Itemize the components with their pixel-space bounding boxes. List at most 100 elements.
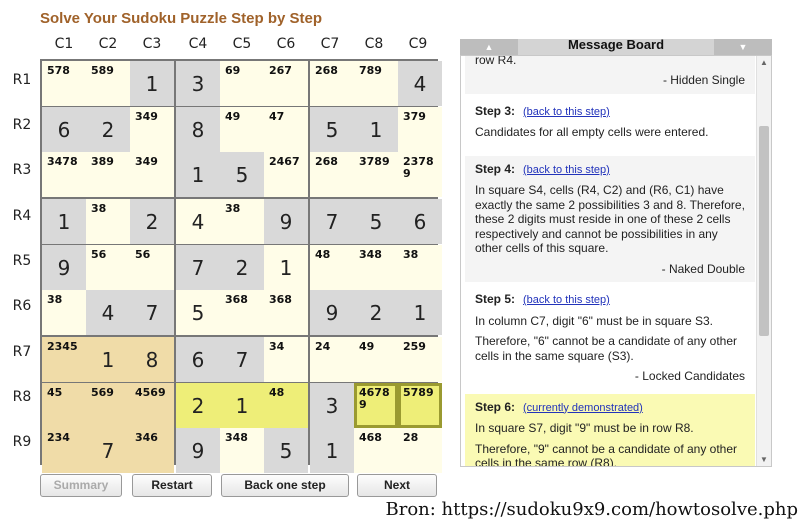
step-link[interactable]: (back to this step) <box>523 164 610 176</box>
sudoku-cell[interactable]: 1 <box>130 61 174 106</box>
message-board-scrollbar[interactable]: ▲ ▼ <box>756 56 771 466</box>
sudoku-cell[interactable]: 5 <box>176 290 220 335</box>
sudoku-cell[interactable]: 5 <box>264 428 308 473</box>
sudoku-cell[interactable]: 1 <box>354 107 398 152</box>
sudoku-cell[interactable]: 34 <box>264 337 308 382</box>
sudoku-cell[interactable]: 2345 <box>42 337 86 382</box>
sudoku-cell[interactable]: 3 <box>176 61 220 106</box>
scrollbar-thumb[interactable] <box>759 126 769 336</box>
sudoku-cell[interactable]: 1 <box>176 152 220 197</box>
sudoku-cell[interactable]: 38 <box>220 199 264 244</box>
sudoku-cell[interactable]: 47 <box>264 107 308 152</box>
sudoku-cell[interactable]: 234 <box>42 428 86 473</box>
cell-value: 3 <box>191 71 205 96</box>
step-link[interactable]: (back to this step) <box>523 294 610 306</box>
scrollbar-down-icon[interactable]: ▼ <box>757 455 771 464</box>
sudoku-cell[interactable]: 6 <box>176 337 220 382</box>
sudoku-cell[interactable]: 1 <box>264 245 308 290</box>
sudoku-cell[interactable]: 789 <box>354 61 398 106</box>
sudoku-cell[interactable]: 6 <box>42 107 86 152</box>
sudoku-cell[interactable]: 46789 <box>354 383 398 428</box>
sudoku-cell[interactable]: 28 <box>398 428 442 473</box>
sudoku-cell[interactable]: 1 <box>86 337 130 382</box>
sudoku-cell[interactable]: 45 <box>42 383 86 428</box>
sudoku-cell[interactable]: 38 <box>42 290 86 335</box>
step-link[interactable]: (back to this step) <box>523 106 610 118</box>
sudoku-cell[interactable]: 56 <box>130 245 174 290</box>
sudoku-cell[interactable]: 349 <box>130 152 174 197</box>
sudoku-cell[interactable]: 2 <box>354 290 398 335</box>
restart-button[interactable]: Restart <box>132 474 212 497</box>
row-label: R5 <box>12 253 32 269</box>
sudoku-cell[interactable]: 346 <box>130 428 174 473</box>
sudoku-cell[interactable]: 267 <box>264 61 308 106</box>
sudoku-cell[interactable]: 268 <box>310 152 354 197</box>
scroll-down-arrow-icon[interactable]: ▼ <box>714 39 772 55</box>
sudoku-cell[interactable]: 268 <box>310 61 354 106</box>
sudoku-cell[interactable]: 259 <box>398 337 442 382</box>
sudoku-cell[interactable]: 8 <box>176 107 220 152</box>
sudoku-cell[interactable]: 8 <box>130 337 174 382</box>
sudoku-cell[interactable]: 48 <box>264 383 308 428</box>
sudoku-cell[interactable]: 4 <box>398 61 442 106</box>
sudoku-cell[interactable]: 56 <box>86 245 130 290</box>
scrollbar-up-icon[interactable]: ▲ <box>757 58 771 67</box>
sudoku-cell[interactable]: 24 <box>310 337 354 382</box>
sudoku-cell[interactable]: 3 <box>310 383 354 428</box>
sudoku-cell[interactable]: 578 <box>42 61 86 106</box>
sudoku-cell[interactable]: 2 <box>130 199 174 244</box>
sudoku-cell[interactable]: 5 <box>354 199 398 244</box>
sudoku-cell[interactable]: 2 <box>176 383 220 428</box>
sudoku-cell[interactable]: 7 <box>310 199 354 244</box>
sudoku-cell[interactable]: 7 <box>130 290 174 335</box>
cell-candidates: 349 <box>135 110 158 123</box>
sudoku-cell[interactable]: 1 <box>220 383 264 428</box>
sudoku-cell[interactable]: 379 <box>398 107 442 152</box>
next-button[interactable]: Next <box>357 474 437 497</box>
sudoku-cell[interactable]: 9 <box>264 199 308 244</box>
sudoku-cell[interactable]: 569 <box>86 383 130 428</box>
sudoku-cell[interactable]: 23789 <box>398 152 442 197</box>
sudoku-cell[interactable]: 2467 <box>264 152 308 197</box>
sudoku-cell[interactable]: 2 <box>220 245 264 290</box>
sudoku-cell[interactable]: 7 <box>86 428 130 473</box>
sudoku-cell[interactable]: 9 <box>176 428 220 473</box>
sudoku-cell[interactable]: 7 <box>176 245 220 290</box>
sudoku-cell[interactable]: 9 <box>42 245 86 290</box>
sudoku-cell[interactable]: 349 <box>130 107 174 152</box>
sudoku-cell[interactable]: 468 <box>354 428 398 473</box>
sudoku-cell[interactable]: 2 <box>86 107 130 152</box>
sudoku-cell[interactable]: 368 <box>264 290 308 335</box>
sudoku-cell[interactable]: 389 <box>86 152 130 197</box>
summary-button[interactable]: Summary <box>40 474 122 497</box>
sudoku-cell[interactable]: 3478 <box>42 152 86 197</box>
sudoku-cell[interactable]: 348 <box>354 245 398 290</box>
sudoku-cell[interactable]: 5 <box>310 107 354 152</box>
sudoku-cell[interactable]: 1 <box>398 290 442 335</box>
sudoku-cell[interactable]: 49 <box>220 107 264 152</box>
sudoku-cell[interactable]: 38 <box>398 245 442 290</box>
sudoku-cell[interactable]: 7 <box>220 337 264 382</box>
sudoku-cell[interactable]: 6 <box>398 199 442 244</box>
sudoku-cell[interactable]: 5 <box>220 152 264 197</box>
sudoku-cell[interactable]: 49 <box>354 337 398 382</box>
cell-candidates: 348 <box>359 248 382 261</box>
sudoku-cell[interactable]: 348 <box>220 428 264 473</box>
sudoku-cell[interactable]: 589 <box>86 61 130 106</box>
sudoku-cell[interactable]: 3789 <box>354 152 398 197</box>
sudoku-cell[interactable]: 38 <box>86 199 130 244</box>
sudoku-cell[interactable]: 69 <box>220 61 264 106</box>
sudoku-cell[interactable]: 4 <box>86 290 130 335</box>
back-one-step-button[interactable]: Back one step <box>221 474 349 497</box>
step-link[interactable]: (currently demonstrated) <box>523 402 643 414</box>
sudoku-cell[interactable]: 368 <box>220 290 264 335</box>
sudoku-cell[interactable]: 4569 <box>130 383 174 428</box>
sudoku-cell[interactable]: 1 <box>42 199 86 244</box>
sudoku-cell[interactable]: 48 <box>310 245 354 290</box>
sudoku-cell[interactable]: 9 <box>310 290 354 335</box>
sudoku-cell[interactable]: 4 <box>176 199 220 244</box>
sudoku-cell[interactable]: 1 <box>310 428 354 473</box>
sudoku-cell[interactable]: 5789 <box>398 383 442 428</box>
cell-value: 7 <box>235 347 249 372</box>
cell-candidates: 578 <box>47 64 70 77</box>
